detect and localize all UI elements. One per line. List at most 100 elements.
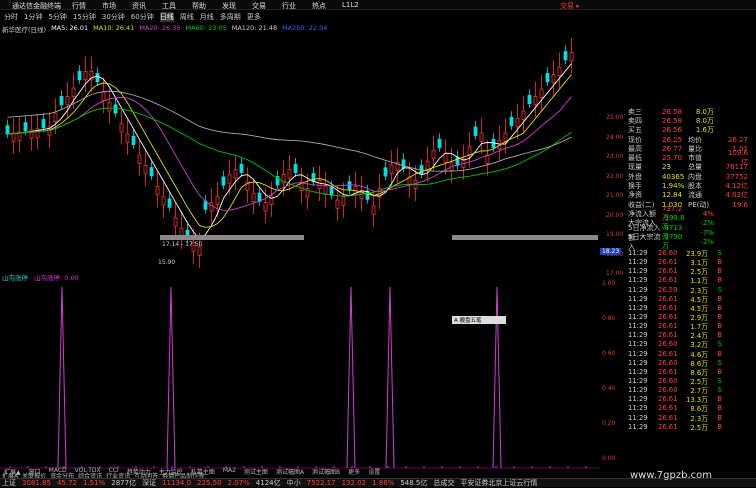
- trade-price: 26.61: [658, 349, 678, 358]
- quote-value: 12.84: [662, 191, 683, 200]
- price-tick: 21.00: [606, 192, 624, 199]
- trade-side: B: [717, 276, 722, 285]
- period-tab[interactable]: 更多: [247, 12, 261, 22]
- trade-side: S: [717, 340, 722, 349]
- period-tab[interactable]: 月线: [200, 12, 214, 22]
- candle-body: [143, 165, 148, 175]
- trade-side: B: [717, 258, 722, 267]
- menu-item[interactable]: 帮助: [192, 1, 206, 11]
- candle-body: [431, 149, 436, 160]
- menu-item[interactable]: L1L2: [342, 1, 359, 11]
- trade-time: 11:29: [628, 367, 648, 376]
- candle-body: [221, 176, 226, 186]
- quote-panel: 卖三 26.58 8.0万 卖四 26.58 8.0万 买五 26.56 1.6万 现价 26.25…: [628, 107, 756, 477]
- trade-price: 26.60: [658, 340, 678, 349]
- candle-body: [257, 192, 262, 202]
- candle-body: [335, 199, 340, 209]
- ma-legend-item: MA60: 23.05: [185, 24, 227, 32]
- range-band: [160, 235, 304, 240]
- candle-body: [425, 160, 430, 171]
- menu-item[interactable]: 行情: [72, 1, 86, 11]
- trade-price: 26.60: [658, 376, 678, 385]
- indicator-axis: 1.00 0.80 0.60 0.40 0.20 0.00: [602, 280, 626, 466]
- trade-side: S: [717, 386, 722, 395]
- indicator-tick: 0.00: [602, 455, 616, 462]
- quote-value: 26.56: [662, 126, 683, 135]
- range-band: [452, 235, 598, 240]
- ma-legend-item: MA20: 26.35: [139, 24, 181, 32]
- period-tab[interactable]: 日线: [159, 11, 174, 22]
- quote-row: 换手 1.94% 股本 4.12亿: [628, 181, 756, 190]
- menu-item[interactable]: 发现: [222, 1, 236, 11]
- candle-body: [317, 179, 322, 189]
- status-item: 225.50: [197, 479, 222, 487]
- price-tick: 17.00: [606, 270, 624, 277]
- candle-body: [125, 133, 130, 143]
- candle-body: [569, 52, 574, 62]
- quote-row: 净流入额 737.2万 4%: [628, 205, 756, 222]
- period-tab[interactable]: 多周期: [220, 12, 241, 22]
- price-tick: 24.00: [606, 133, 624, 141]
- candle-body: [503, 132, 508, 142]
- trade-time: 11:29: [628, 386, 648, 395]
- quote-value: 1.94%: [662, 182, 685, 191]
- menu-item[interactable]: 资讯: [132, 1, 146, 11]
- candle-body: [239, 163, 244, 173]
- candle-body: [65, 96, 70, 106]
- candle-body: [467, 146, 472, 156]
- trade-time: 11:29: [628, 276, 648, 285]
- indicator-tick: 0.80: [602, 315, 616, 322]
- menu-item[interactable]: 行业: [282, 1, 296, 11]
- trade-side: B: [717, 303, 722, 312]
- quote-row: 买五 26.56 1.6万: [628, 126, 756, 135]
- menu-item[interactable]: 市场: [102, 1, 116, 11]
- trade-qty: 2.5万: [690, 423, 708, 432]
- candle-body: [95, 73, 100, 83]
- status-item: 2.07%: [227, 479, 250, 487]
- quote-value-2: 37752: [725, 172, 748, 181]
- quote-value-2: -2%: [700, 237, 714, 246]
- period-tab[interactable]: 15分钟: [73, 12, 96, 22]
- signal-spike: [346, 286, 356, 469]
- trade-side: B: [717, 331, 722, 340]
- quote-value-2: -2%: [700, 219, 714, 228]
- trade-link[interactable]: 交易 ▸: [560, 1, 580, 11]
- ma-legend-item: MA5: 26.01: [51, 24, 89, 32]
- candle-body: [389, 164, 394, 174]
- trade-price: 26.61: [658, 395, 678, 404]
- menu-item[interactable]: 交易: [252, 1, 266, 11]
- menu-item[interactable]: 热点: [312, 1, 326, 11]
- candle-body: [215, 195, 220, 206]
- price-tick: 23.00: [606, 153, 624, 160]
- trade-time: 11:29: [628, 395, 648, 404]
- trade-time: 11:29: [628, 258, 648, 267]
- period-tab[interactable]: 5分钟: [48, 12, 66, 22]
- trade-time: 11:29: [628, 349, 648, 358]
- trade-price: 26.60: [658, 386, 678, 395]
- menu-item[interactable]: 工具: [162, 1, 176, 11]
- trade-side: S: [717, 358, 722, 367]
- trade-time: 11:29: [628, 294, 648, 303]
- period-tab[interactable]: 30分钟: [102, 12, 125, 22]
- candle-body: [59, 96, 64, 106]
- candle-body: [329, 186, 334, 196]
- current-price-tag: 18.23: [600, 248, 622, 255]
- candlestick-chart[interactable]: 17.14 - 17.50 15.90: [0, 34, 600, 270]
- period-tab[interactable]: 分时: [4, 12, 18, 22]
- period-tab[interactable]: 1分钟: [24, 12, 42, 22]
- trade-time: 11:29: [628, 267, 648, 276]
- trade-price: 26.61: [658, 294, 678, 303]
- indicator-chart[interactable]: [0, 280, 600, 476]
- candle-body: [473, 126, 478, 136]
- candle-body: [401, 159, 406, 169]
- status-item: 11134.0: [162, 479, 192, 487]
- period-tab[interactable]: 周线: [180, 12, 194, 22]
- title-bar: 通达信金融终端 行情 市场 资讯 工具 帮助 发现 交易 行业 热点 L1L2 交易 ▸: [0, 0, 756, 10]
- quote-row: 现量 23 总量 78117: [628, 163, 756, 172]
- ma10-line: [7, 74, 572, 228]
- quote-value: 26.58: [662, 107, 683, 116]
- trade-side: B: [717, 422, 722, 431]
- period-tab[interactable]: 60分钟: [131, 12, 154, 22]
- signal-spike: [492, 286, 502, 469]
- floating-tooltip[interactable]: A 搬盘五笔: [452, 316, 506, 324]
